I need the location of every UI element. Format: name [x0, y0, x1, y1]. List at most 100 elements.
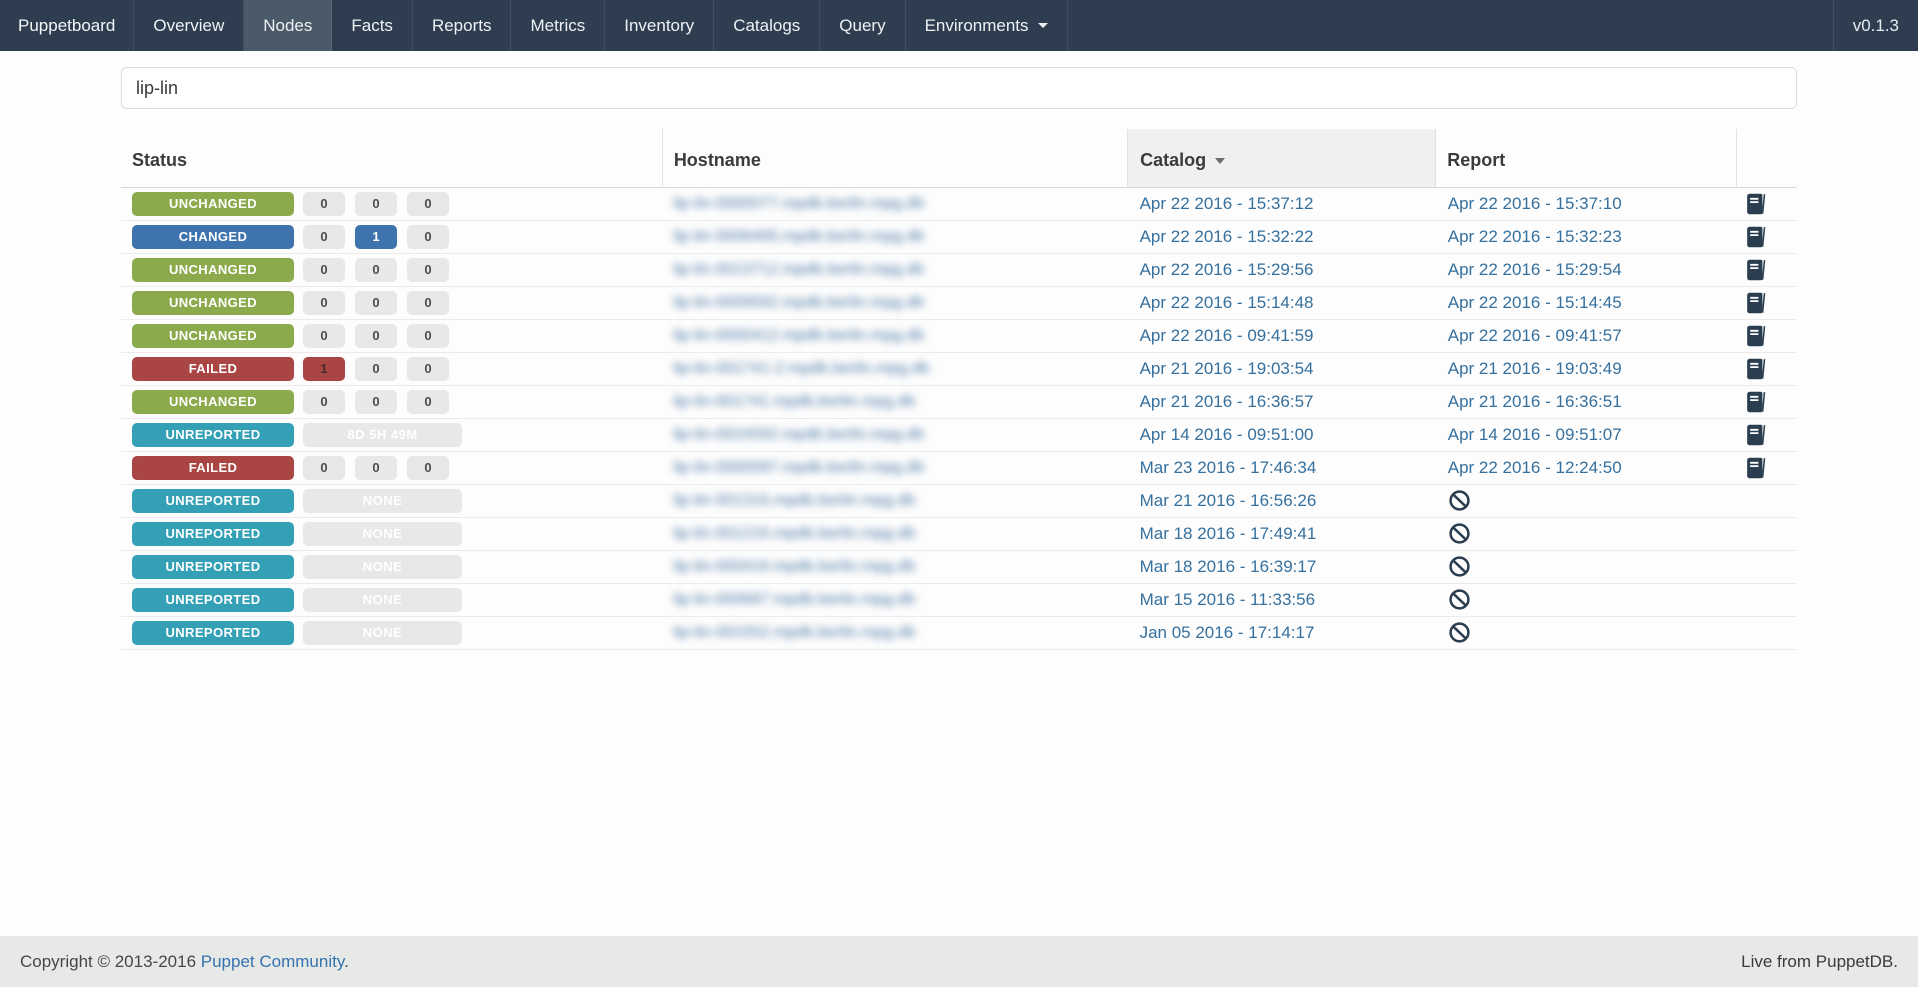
catalog-link[interactable]: Apr 22 2016 - 15:29:56	[1140, 260, 1314, 279]
catalog-link[interactable]: Apr 21 2016 - 19:03:54	[1140, 359, 1314, 378]
count-pill-wide: NONE	[303, 488, 462, 513]
event-counts: 100	[303, 356, 449, 381]
main-content: Status Hostname Catalog Report UNCHANGED…	[0, 51, 1918, 936]
nav-item-metrics[interactable]: Metrics	[511, 0, 606, 51]
hostname-link[interactable]: lip-lin-000687.mpdb.berlin.mpg.db	[673, 591, 915, 608]
report-book-icon[interactable]	[1744, 225, 1767, 249]
chevron-down-icon	[1037, 23, 1048, 28]
hostname-link[interactable]: lip-lin-0000097.mpdb.berlin.mpg.db	[673, 459, 924, 476]
count-pill: 0	[355, 290, 397, 315]
catalog-link[interactable]: Mar 15 2016 - 11:33:56	[1140, 590, 1315, 609]
nav-item-nodes[interactable]: Nodes	[244, 0, 333, 51]
report-icon-cell	[1737, 385, 1797, 418]
report-cell: Apr 21 2016 - 16:36:51	[1436, 385, 1737, 418]
catalog-link[interactable]: Apr 22 2016 - 09:41:59	[1140, 326, 1314, 345]
report-book-icon[interactable]	[1744, 423, 1767, 447]
count-pill: 0	[355, 257, 397, 282]
count-pill: 0	[303, 323, 345, 348]
report-cell	[1436, 616, 1737, 649]
catalog-link[interactable]: Apr 22 2016 - 15:37:12	[1140, 194, 1314, 213]
hostname-link[interactable]: lip-lin-001741-2.mpdb.berlin.mpg.db	[673, 360, 929, 377]
report-link[interactable]: Apr 14 2016 - 09:51:07	[1448, 425, 1622, 444]
column-header-report[interactable]: Report	[1435, 129, 1738, 187]
hostname-link[interactable]: lip-lin-001552.mpdb.berlin.mpg.db	[673, 624, 915, 641]
nav-item-inventory[interactable]: Inventory	[605, 0, 715, 51]
report-book-icon[interactable]	[1744, 357, 1767, 381]
count-pill-wide: NONE	[303, 554, 462, 579]
report-book-icon[interactable]	[1744, 258, 1767, 282]
hostname-link[interactable]: lip-lin-0009592.mpdb.berlin.mpg.db	[673, 294, 924, 311]
status-badge: UNREPORTED	[132, 554, 294, 579]
status-cell: UNREPORTED NONE	[121, 554, 662, 579]
catalog-link[interactable]: Mar 21 2016 - 16:56:26	[1140, 491, 1317, 510]
status-badge: UNCHANGED	[132, 323, 294, 348]
catalog-link[interactable]: Mar 23 2016 - 17:46:34	[1140, 458, 1317, 477]
report-link[interactable]: Apr 22 2016 - 12:24:50	[1448, 458, 1622, 477]
hostname-link[interactable]: lip-lin-001741.mpdb.berlin.mpg.db	[673, 393, 915, 410]
nav-item-query[interactable]: Query	[820, 0, 906, 51]
status-cell: UNREPORTED 8D 5H 49M	[121, 422, 662, 447]
count-pill: 0	[407, 191, 449, 216]
report-link[interactable]: Apr 22 2016 - 15:14:45	[1448, 293, 1622, 312]
report-book-icon[interactable]	[1744, 456, 1767, 480]
node-search-input[interactable]	[121, 67, 1797, 109]
nav-item-facts[interactable]: Facts	[332, 0, 413, 51]
report-book-icon[interactable]	[1744, 390, 1767, 414]
catalog-link[interactable]: Mar 18 2016 - 17:49:41	[1140, 524, 1317, 543]
status-badge: CHANGED	[132, 224, 294, 249]
catalog-link[interactable]: Apr 14 2016 - 09:51:00	[1140, 425, 1314, 444]
status-cell: FAILED 000	[121, 455, 662, 480]
catalog-link[interactable]: Apr 22 2016 - 15:14:48	[1140, 293, 1314, 312]
brand-link[interactable]: Puppetboard	[0, 0, 135, 51]
table-row: FAILED 100 lip-lin-001741-2.mpdb.berlin.…	[121, 352, 1797, 385]
puppet-community-link[interactable]: Puppet Community	[201, 952, 344, 971]
report-icon-cell	[1737, 319, 1797, 352]
hostname-link[interactable]: lip-lin-0006495.mpdb.berlin.mpg.db	[673, 228, 924, 245]
nav-list: Overview Nodes Facts Reports Metrics Inventor…	[134, 0, 1068, 51]
catalog-link[interactable]: Apr 21 2016 - 16:36:57	[1140, 392, 1314, 411]
report-link[interactable]: Apr 21 2016 - 16:36:51	[1448, 392, 1622, 411]
report-link[interactable]: Apr 21 2016 - 19:03:49	[1448, 359, 1622, 378]
report-book-icon[interactable]	[1744, 291, 1767, 315]
count-pill: 0	[407, 389, 449, 414]
hostname-link[interactable]: lip-lin-0013712.mpdb.berlin.mpg.db	[673, 261, 924, 278]
nav-item-environments[interactable]: Environments	[906, 0, 1068, 51]
column-header-status[interactable]: Status	[121, 129, 663, 187]
report-icon-cell	[1737, 352, 1797, 385]
hostname-link[interactable]: lip-lin-001216.mpdb.berlin.mpg.db	[673, 525, 915, 542]
hostname-link[interactable]: lip-lin-0000077.mpdb.berlin.mpg.db	[673, 195, 924, 212]
status-cell: UNCHANGED 000	[121, 389, 662, 414]
count-pill: 0	[407, 257, 449, 282]
status-badge: UNREPORTED	[132, 521, 294, 546]
catalog-link[interactable]: Apr 22 2016 - 15:32:22	[1140, 227, 1314, 246]
report-book-icon[interactable]	[1744, 324, 1767, 348]
nav-item-catalogs[interactable]: Catalogs	[714, 0, 821, 51]
report-cell: Apr 22 2016 - 15:37:10	[1436, 187, 1737, 220]
catalog-link[interactable]: Jan 05 2016 - 17:14:17	[1140, 623, 1315, 642]
report-cell: Apr 22 2016 - 15:29:54	[1436, 253, 1737, 286]
count-pill-wide: NONE	[303, 620, 462, 645]
hostname-link[interactable]: lip-lin-000416.mpdb.berlin.mpg.db	[673, 558, 915, 575]
column-header-catalog[interactable]: Catalog	[1127, 129, 1437, 187]
report-link[interactable]: Apr 22 2016 - 15:32:23	[1448, 227, 1622, 246]
nodes-table-body: UNCHANGED 000 lip-lin-0000077.mpdb.berli…	[121, 187, 1797, 649]
report-link[interactable]: Apr 22 2016 - 15:37:10	[1448, 194, 1622, 213]
count-pill: 0	[355, 356, 397, 381]
column-header-hostname[interactable]: Hostname	[662, 129, 1129, 187]
status-cell: UNCHANGED 000	[121, 257, 662, 282]
hostname-link[interactable]: lip-lin-001316.mpdb.berlin.mpg.db	[673, 492, 915, 509]
hostname-link[interactable]: lip-lin-0024592.mpdb.berlin.mpg.db	[673, 426, 924, 443]
nav-item-overview[interactable]: Overview	[134, 0, 245, 51]
report-book-icon[interactable]	[1744, 192, 1767, 216]
status-badge: UNREPORTED	[132, 587, 294, 612]
report-link[interactable]: Apr 22 2016 - 09:41:57	[1448, 326, 1622, 345]
catalog-link[interactable]: Mar 18 2016 - 16:39:17	[1140, 557, 1317, 576]
count-pill: 0	[303, 191, 345, 216]
nav-item-reports[interactable]: Reports	[413, 0, 512, 51]
report-link[interactable]: Apr 22 2016 - 15:29:54	[1448, 260, 1622, 279]
table-row: UNCHANGED 000 lip-lin-001741.mpdb.berlin…	[121, 385, 1797, 418]
copyright-prefix: Copyright © 2013-2016	[20, 951, 201, 971]
count-pill: 0	[303, 257, 345, 282]
hostname-link[interactable]: lip-lin-0000412.mpdb.berlin.mpg.db	[673, 327, 924, 344]
report-cell: Apr 21 2016 - 19:03:49	[1436, 352, 1737, 385]
